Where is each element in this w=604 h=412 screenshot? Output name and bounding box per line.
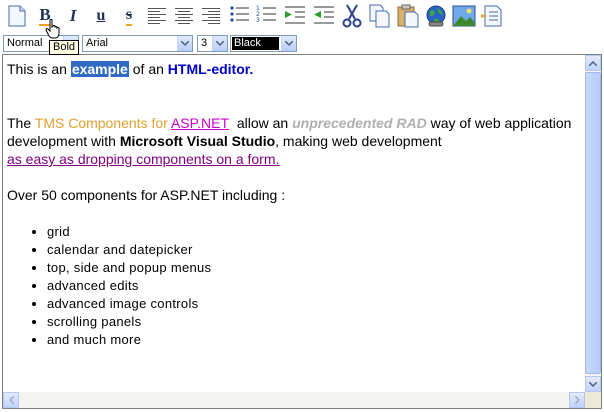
strikethrough-button[interactable]: s [117, 3, 141, 29]
align-right-icon[interactable] [199, 3, 223, 29]
insert-list-icon[interactable] [480, 3, 504, 29]
selected-word: example [70, 61, 129, 77]
tms-components-text: TMS Components for [34, 115, 168, 131]
html-editor-text: HTML-editor. [167, 61, 254, 77]
list-item: scrolling panels [47, 313, 583, 331]
italic-glyph: I [69, 6, 77, 25]
scroll-up-button[interactable] [585, 55, 601, 71]
list-item: advanced image controls [47, 295, 583, 313]
scroll-left-button[interactable] [3, 392, 19, 408]
size-select-value: 3 [201, 37, 208, 49]
color-select[interactable]: Black [230, 35, 297, 52]
components-heading: Over 50 components for ASP.NET including… [7, 187, 286, 203]
chevron-down-icon[interactable] [212, 36, 227, 51]
vertical-scrollbar[interactable] [585, 55, 601, 392]
list-item: calendar and datepicker [47, 241, 583, 259]
main-toolbar: B I u s 123 [0, 0, 604, 34]
font-select[interactable]: Arial [82, 35, 193, 52]
chevron-down-icon [589, 381, 597, 387]
align-left-icon[interactable] [145, 3, 169, 29]
unprecedented-rad-text: unprecedented RAD [292, 115, 427, 131]
chevron-right-icon [574, 396, 580, 404]
intro-text: This is an [7, 61, 67, 77]
font-select-value: Arial [86, 37, 109, 49]
size-select[interactable]: 3 [197, 35, 228, 52]
chevron-down-icon[interactable] [177, 36, 192, 51]
paragraph-text: allow an [236, 115, 289, 131]
paragraph-text: The [7, 115, 32, 131]
copy-icon[interactable] [368, 3, 392, 29]
easy-dropping-link[interactable]: as easy as dropping components on a form… [7, 151, 279, 167]
visual-studio-text: Microsoft Visual Studio [119, 133, 276, 149]
svg-text:3: 3 [256, 17, 260, 24]
strikethrough-glyph: s [125, 6, 133, 26]
chevron-down-icon[interactable] [281, 36, 296, 51]
list-item: top, side and popup menus [47, 259, 583, 277]
insert-image-icon[interactable] [452, 3, 476, 29]
underline-button[interactable]: u [89, 3, 113, 29]
scroll-down-button[interactable] [585, 376, 601, 392]
vertical-scroll-thumb[interactable] [585, 72, 601, 374]
components-list: grid calendar and datepicker top, side a… [7, 223, 583, 349]
cut-icon[interactable] [340, 3, 364, 29]
aspnet-link[interactable]: ASP.NET [171, 115, 229, 131]
list-item: and much more [47, 331, 583, 349]
chevron-up-icon [589, 60, 597, 66]
bullet-list-icon[interactable] [228, 3, 252, 29]
horizontal-scrollbar[interactable] [3, 392, 585, 408]
hand-cursor-icon [45, 19, 60, 39]
insert-link-icon[interactable] [424, 3, 448, 29]
color-select-value: Black [232, 37, 279, 50]
intro-text-mid: of an [132, 61, 164, 77]
indent-icon[interactable] [283, 3, 307, 29]
description-paragraph: The TMS Components for ASP.NET allow an … [7, 114, 583, 168]
chevron-left-icon [8, 396, 14, 404]
align-center-icon[interactable] [172, 3, 196, 29]
editor-area[interactable]: This is an example of an HTML-editor. Th… [2, 54, 602, 409]
underline-glyph: u [96, 7, 106, 24]
paragraph-text: , making web development [275, 133, 442, 149]
editor-content[interactable]: This is an example of an HTML-editor. Th… [7, 59, 583, 389]
italic-button[interactable]: I [61, 3, 85, 29]
new-document-icon[interactable] [5, 3, 29, 29]
numbered-list-icon[interactable]: 123 [255, 3, 279, 29]
scrollbar-corner [585, 392, 601, 408]
outdent-icon[interactable] [312, 3, 336, 29]
bold-tooltip: Bold [49, 40, 80, 55]
scroll-right-button[interactable] [569, 392, 585, 408]
style-select-value: Normal [7, 37, 43, 49]
list-item: advanced edits [47, 277, 583, 295]
intro-line: This is an example of an HTML-editor. [7, 60, 583, 78]
paste-icon[interactable] [396, 3, 420, 29]
list-item: grid [47, 223, 583, 241]
